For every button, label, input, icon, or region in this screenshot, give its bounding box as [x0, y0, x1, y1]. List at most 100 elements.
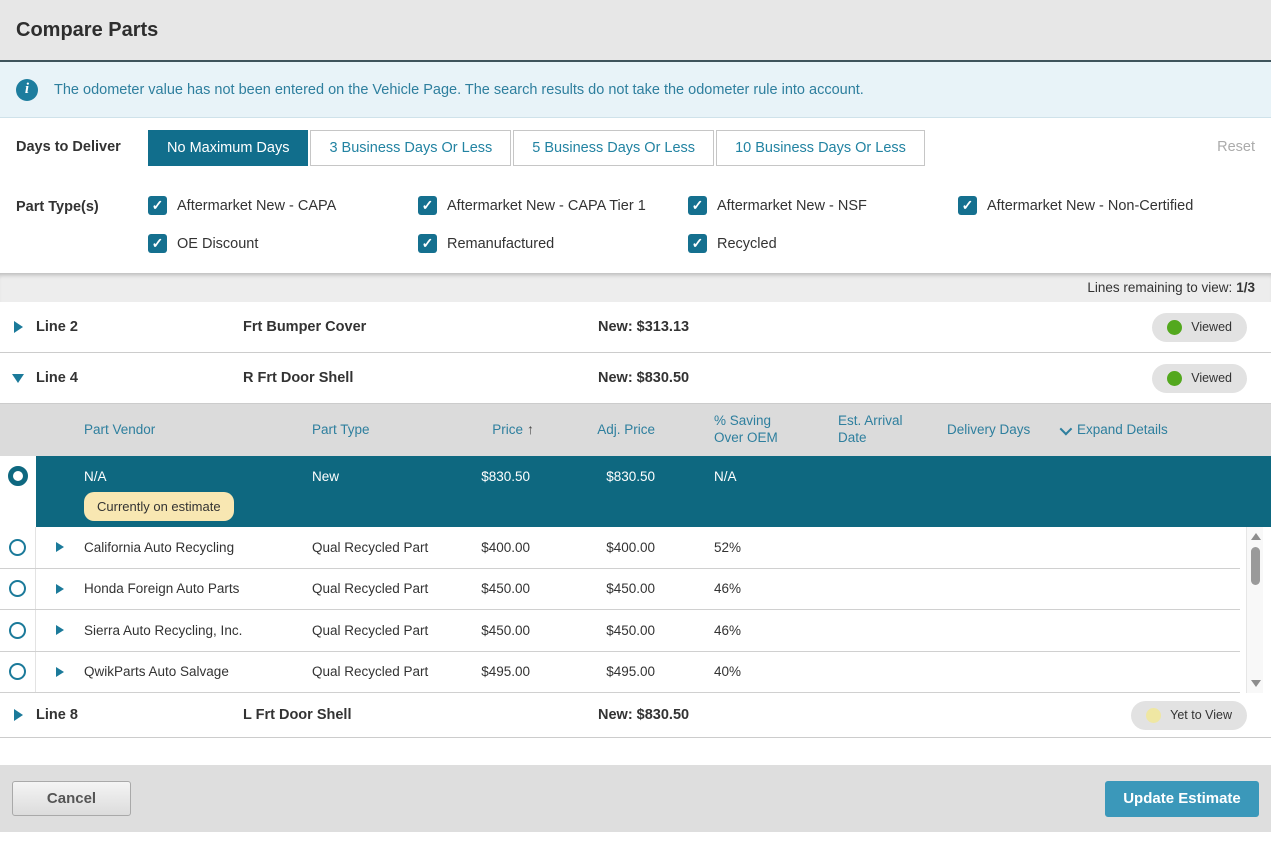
vendor-row-qwikparts[interactable]: QwikParts Auto Salvage Qual Recycled Par… [0, 652, 1240, 694]
col-price-sorted[interactable]: Price↑ [442, 421, 538, 439]
delivery-days-cell [910, 456, 1040, 469]
vendor-name: Honda Foreign Auto Parts [84, 581, 312, 596]
col-saving-over-oem[interactable]: % Saving Over OEM [664, 413, 790, 447]
expand-triangle-icon[interactable] [0, 709, 36, 721]
vendor-rows-scroll-area: California Auto Recycling Qual Recycled … [0, 527, 1271, 693]
expand-details-label: Expand Details [1077, 422, 1168, 439]
cancel-button[interactable]: Cancel [12, 781, 131, 816]
line-id: Line 8 [36, 707, 243, 723]
checkbox-checked-icon: ✓ [418, 234, 437, 253]
sort-ascending-icon: ↑ [527, 421, 534, 437]
page-title: Compare Parts [16, 19, 158, 42]
checkbox-checked-icon: ✓ [418, 196, 437, 215]
col-delivery-days[interactable]: Delivery Days [910, 422, 1040, 439]
checkbox-recycled[interactable]: ✓ Recycled [688, 234, 958, 253]
col-adj-price[interactable]: Adj. Price [538, 422, 664, 439]
line-part-name: Frt Bumper Cover [243, 319, 598, 335]
saving-cell: 46% [664, 623, 790, 638]
scroll-up-icon[interactable] [1251, 533, 1261, 540]
vendor-row-honda[interactable]: Honda Foreign Auto Parts Qual Recycled P… [0, 569, 1240, 611]
radio-unselected[interactable] [9, 663, 26, 680]
expand-triangle-icon[interactable] [36, 542, 84, 552]
checkbox-label: OE Discount [177, 236, 258, 252]
checkbox-aftermarket-nsf[interactable]: ✓ Aftermarket New - NSF [688, 196, 958, 215]
price-cell: $830.50 [442, 456, 538, 484]
filter-panel: Days to Deliver No Maximum Days 3 Busine… [0, 118, 1271, 273]
part-type-cell: Qual Recycled Part [312, 623, 442, 638]
checkbox-remanufactured[interactable]: ✓ Remanufactured [418, 234, 688, 253]
part-type-cell: Qual Recycled Part [312, 581, 442, 596]
col-part-type[interactable]: Part Type [312, 422, 442, 439]
price-cell: $450.00 [442, 581, 538, 596]
lines-remaining-value: 1/3 [1236, 280, 1255, 295]
adj-price-cell: $495.00 [538, 664, 664, 679]
odometer-info-banner: i The odometer value has not been entere… [0, 62, 1271, 118]
expand-details-toggle[interactable]: Expand Details [1040, 422, 1271, 439]
checkbox-aftermarket-capa-tier1[interactable]: ✓ Aftermarket New - CAPA Tier 1 [418, 196, 688, 215]
part-types-label: Part Type(s) [16, 190, 148, 215]
line-id: Line 4 [36, 370, 243, 386]
checkbox-label: Aftermarket New - NSF [717, 198, 867, 214]
checkbox-aftermarket-non-certified[interactable]: ✓ Aftermarket New - Non-Certified [958, 196, 1193, 215]
status-badge: Viewed [1152, 313, 1247, 342]
radio-cell [0, 456, 36, 486]
day-option-5-days[interactable]: 5 Business Days Or Less [513, 130, 714, 166]
line-id: Line 2 [36, 319, 243, 335]
saving-cell: N/A [664, 456, 790, 484]
line-price: New: $830.50 [598, 370, 1152, 386]
status-badge: Viewed [1152, 364, 1247, 393]
checkbox-checked-icon: ✓ [148, 234, 167, 253]
col-part-vendor[interactable]: Part Vendor [84, 422, 312, 439]
expand-triangle-icon[interactable] [0, 321, 36, 333]
lines-remaining-bar: Lines remaining to view: 1/3 [0, 273, 1271, 302]
days-to-deliver-buttons: No Maximum Days 3 Business Days Or Less … [148, 130, 927, 166]
checkbox-aftermarket-capa[interactable]: ✓ Aftermarket New - CAPA [148, 196, 418, 215]
radio-selected[interactable] [8, 466, 28, 486]
est-arrival-cell [790, 456, 910, 469]
radio-unselected[interactable] [9, 622, 26, 639]
status-label: Yet to View [1170, 708, 1232, 722]
line-part-name: R Frt Door Shell [243, 370, 598, 386]
vendor-name: Sierra Auto Recycling, Inc. [84, 623, 312, 638]
part-type-checkbox-grid: ✓ Aftermarket New - CAPA ✓ Aftermarket N… [148, 190, 1193, 253]
line-row-2[interactable]: Line 2 Frt Bumper Cover New: $313.13 Vie… [0, 302, 1271, 353]
saving-cell: 52% [664, 540, 790, 555]
collapse-triangle-icon[interactable] [0, 374, 36, 383]
viewed-dot-icon [1167, 371, 1182, 386]
checkbox-oe-discount[interactable]: ✓ OE Discount [148, 234, 418, 253]
line-part-name: L Frt Door Shell [243, 707, 598, 723]
expand-triangle-icon[interactable] [36, 625, 84, 635]
reset-link[interactable]: Reset [1217, 130, 1255, 155]
line-row-4[interactable]: Line 4 R Frt Door Shell New: $830.50 Vie… [0, 353, 1271, 404]
vendor-name: California Auto Recycling [84, 540, 312, 555]
scroll-down-icon[interactable] [1251, 680, 1261, 687]
status-badge: Yet to View [1131, 701, 1247, 730]
checkbox-checked-icon: ✓ [688, 196, 707, 215]
radio-unselected[interactable] [9, 539, 26, 556]
vendor-row-california[interactable]: California Auto Recycling Qual Recycled … [0, 527, 1240, 569]
line-row-8[interactable]: Line 8 L Frt Door Shell New: $830.50 Yet… [0, 693, 1271, 738]
line-price: New: $830.50 [598, 707, 1131, 723]
vendor-name: N/A [84, 469, 107, 484]
col-est-arrival-date[interactable]: Est. Arrival Date [790, 413, 910, 447]
day-option-10-days[interactable]: 10 Business Days Or Less [716, 130, 925, 166]
checkbox-checked-icon: ✓ [958, 196, 977, 215]
update-estimate-button[interactable]: Update Estimate [1105, 781, 1259, 817]
day-option-no-maximum[interactable]: No Maximum Days [148, 130, 308, 166]
footer-action-bar: Cancel Update Estimate [0, 765, 1271, 832]
day-option-3-days[interactable]: 3 Business Days Or Less [310, 130, 511, 166]
radio-unselected[interactable] [9, 580, 26, 597]
vertical-scrollbar[interactable] [1246, 527, 1263, 693]
checkbox-checked-icon: ✓ [688, 234, 707, 253]
checkbox-checked-icon: ✓ [148, 196, 167, 215]
scrollbar-thumb[interactable] [1251, 547, 1260, 585]
checkbox-label: Aftermarket New - CAPA Tier 1 [447, 198, 646, 214]
part-type-cell: Qual Recycled Part [312, 540, 442, 555]
expand-triangle-icon[interactable] [36, 584, 84, 594]
vendor-row-sierra[interactable]: Sierra Auto Recycling, Inc. Qual Recycle… [0, 610, 1240, 652]
expand-triangle-icon[interactable] [36, 667, 84, 677]
adj-price-cell: $400.00 [538, 540, 664, 555]
selected-part-row[interactable]: N/A Currently on estimate New $830.50 $8… [0, 456, 1271, 527]
vendor-name: QwikParts Auto Salvage [84, 664, 312, 679]
page-header: Compare Parts [0, 0, 1271, 62]
